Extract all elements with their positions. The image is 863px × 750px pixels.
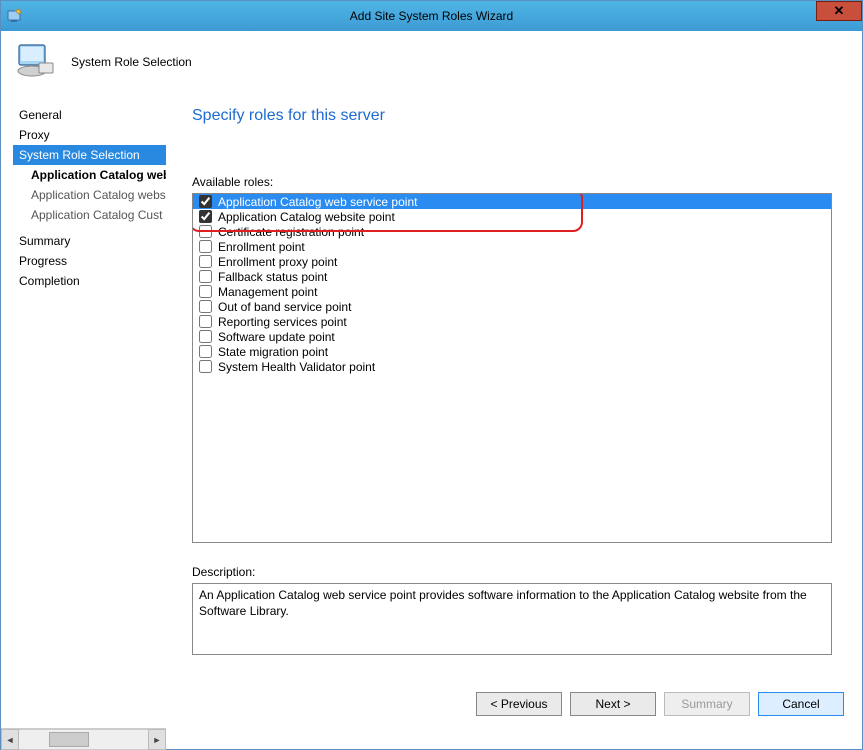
role-checkbox[interactable] [199,240,212,253]
cancel-button[interactable]: Cancel [758,692,844,716]
nav-item-proxy[interactable]: Proxy [13,125,166,145]
nav-item-application-catalog-web[interactable]: Application Catalog web [13,165,166,185]
window-title: Add Site System Roles Wizard [350,9,513,23]
computer-icon [15,41,57,83]
role-checkbox[interactable] [199,330,212,343]
role-label: Application Catalog web service point [218,195,417,209]
role-checkbox[interactable] [199,255,212,268]
role-checkbox[interactable] [199,225,212,238]
role-row[interactable]: System Health Validator point [193,359,831,374]
scroll-left-icon[interactable]: ◄ [1,729,19,750]
role-row[interactable]: Management point [193,284,831,299]
role-label: Fallback status point [218,270,327,284]
titlebar: Add Site System Roles Wizard ✕ [1,1,862,31]
role-row[interactable]: Application Catalog website point [193,209,831,224]
role-label: State migration point [218,345,328,359]
wizard-icon [7,8,23,24]
wizard-header: System Role Selection [1,31,862,93]
roles-listbox[interactable]: Application Catalog web service pointApp… [192,193,832,543]
main-heading: Specify roles for this server [192,107,832,125]
nav-item-system-role-selection[interactable]: System Role Selection [13,145,166,165]
role-checkbox[interactable] [199,270,212,283]
role-row[interactable]: Fallback status point [193,269,831,284]
role-row[interactable]: Reporting services point [193,314,831,329]
role-row[interactable]: Enrollment point [193,239,831,254]
role-label: System Health Validator point [218,360,375,374]
role-label: Software update point [218,330,335,344]
close-button[interactable]: ✕ [816,1,862,21]
role-row[interactable]: Out of band service point [193,299,831,314]
role-row[interactable]: Application Catalog web service point [193,194,831,209]
role-checkbox[interactable] [199,345,212,358]
main-panel: Specify roles for this server Available … [166,93,862,679]
description-box: An Application Catalog web service point… [192,583,832,655]
role-checkbox[interactable] [199,300,212,313]
description-label: Description: [192,565,832,579]
role-row[interactable]: Software update point [193,329,831,344]
nav-item-general[interactable]: General [13,105,166,125]
role-row[interactable]: State migration point [193,344,831,359]
scroll-right-icon[interactable]: ► [148,729,166,750]
available-roles-label: Available roles: [192,175,832,189]
role-checkbox[interactable] [199,195,212,208]
previous-button[interactable]: < Previous [476,692,562,716]
role-label: Application Catalog website point [218,210,395,224]
role-label: Enrollment proxy point [218,255,337,269]
role-label: Enrollment point [218,240,305,254]
sidebar-horizontal-scrollbar[interactable]: ◄ ► [1,728,166,750]
role-row[interactable]: Enrollment proxy point [193,254,831,269]
role-label: Management point [218,285,317,299]
role-checkbox[interactable] [199,210,212,223]
role-label: Certificate registration point [218,225,364,239]
next-button[interactable]: Next > [570,692,656,716]
summary-button[interactable]: Summary [664,692,750,716]
role-checkbox[interactable] [199,315,212,328]
page-title: System Role Selection [71,55,192,69]
role-row[interactable]: Certificate registration point [193,224,831,239]
nav-item-completion[interactable]: Completion [13,271,166,291]
nav-item-progress[interactable]: Progress [13,251,166,271]
role-label: Out of band service point [218,300,351,314]
nav-item-summary[interactable]: Summary [13,231,166,251]
role-label: Reporting services point [218,315,347,329]
scrollbar-track[interactable] [19,729,148,750]
scrollbar-thumb[interactable] [49,732,89,747]
wizard-nav: GeneralProxySystem Role SelectionApplica… [1,93,166,679]
role-checkbox[interactable] [199,285,212,298]
nav-item-application-catalog-webs[interactable]: Application Catalog webs [13,185,166,205]
role-checkbox[interactable] [199,360,212,373]
nav-item-application-catalog-cust[interactable]: Application Catalog Cust [13,205,166,225]
wizard-footer: < Previous Next > Summary Cancel [1,679,862,729]
